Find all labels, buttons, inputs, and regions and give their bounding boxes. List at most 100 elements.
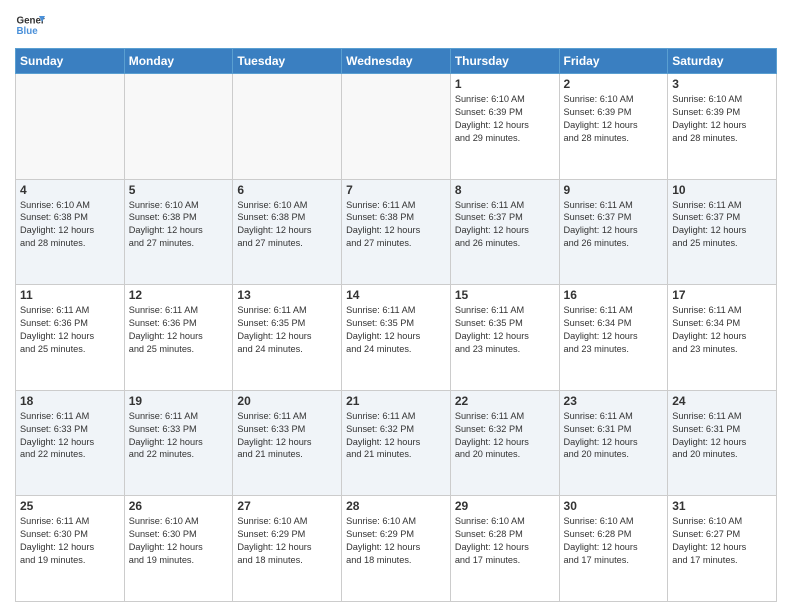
cell-daylight-info: Sunrise: 6:10 AMSunset: 6:29 PMDaylight:… <box>346 515 446 567</box>
calendar-cell: 30 Sunrise: 6:10 AMSunset: 6:28 PMDayligh… <box>559 496 668 602</box>
calendar-cell: 18 Sunrise: 6:11 AMSunset: 6:33 PMDayligh… <box>16 390 125 496</box>
logo-icon: General Blue <box>15 10 45 40</box>
calendar-cell: 2Sunrise: 6:10 AMSunset: 6:39 PMDaylight… <box>559 74 668 180</box>
weekday-header-sunday: Sunday <box>16 49 125 74</box>
day-number: 16 <box>564 288 664 302</box>
calendar-cell <box>124 74 233 180</box>
cell-daylight-info: Sunrise: 6:10 AMSunset: 6:30 PMDaylight:… <box>129 515 229 567</box>
calendar-cell: 13 Sunrise: 6:11 AMSunset: 6:35 PMDayligh… <box>233 285 342 391</box>
weekday-header-saturday: Saturday <box>668 49 777 74</box>
day-number: 30 <box>564 499 664 513</box>
calendar-cell: 29 Sunrise: 6:10 AMSunset: 6:28 PMDayligh… <box>450 496 559 602</box>
day-number: 28 <box>346 499 446 513</box>
day-number: 24 <box>672 394 772 408</box>
cell-daylight-info: Sunrise: 6:10 AMSunset: 6:27 PMDaylight:… <box>672 515 772 567</box>
cell-daylight-info: Sunrise: 6:11 AMSunset: 6:36 PMDaylight:… <box>129 304 229 356</box>
calendar-cell: 5Sunrise: 6:10 AMSunset: 6:38 PMDaylight… <box>124 179 233 285</box>
weekday-header-friday: Friday <box>559 49 668 74</box>
day-number: 31 <box>672 499 772 513</box>
cell-daylight-info: Sunrise: 6:11 AMSunset: 6:31 PMDaylight:… <box>672 410 772 462</box>
calendar-cell: 27Sunrise: 6:10 AMSunset: 6:29 PMDayligh… <box>233 496 342 602</box>
cell-daylight-info: Sunrise: 6:11 AMSunset: 6:38 PMDaylight:… <box>346 199 446 251</box>
day-number: 26 <box>129 499 229 513</box>
calendar-cell <box>342 74 451 180</box>
day-number: 18 <box>20 394 120 408</box>
cell-daylight-info: Sunrise: 6:11 AMSunset: 6:35 PMDaylight:… <box>237 304 337 356</box>
day-number: 8 <box>455 183 555 197</box>
cell-daylight-info: Sunrise: 6:11 AMSunset: 6:35 PMDaylight:… <box>346 304 446 356</box>
calendar-cell: 22 Sunrise: 6:11 AMSunset: 6:32 PMDayligh… <box>450 390 559 496</box>
page: General Blue SundayMondayTuesdayWednesda… <box>0 0 792 612</box>
calendar-cell: 9 Sunrise: 6:11 AMSunset: 6:37 PMDaylight… <box>559 179 668 285</box>
cell-daylight-info: Sunrise: 6:10 AMSunset: 6:39 PMDaylight:… <box>455 93 555 145</box>
day-number: 7 <box>346 183 446 197</box>
cell-daylight-info: Sunrise: 6:11 AMSunset: 6:37 PMDaylight:… <box>455 199 555 251</box>
day-number: 3 <box>672 77 772 91</box>
day-number: 21 <box>346 394 446 408</box>
cell-daylight-info: Sunrise: 6:10 AMSunset: 6:28 PMDaylight:… <box>455 515 555 567</box>
cell-daylight-info: Sunrise: 6:11 AMSunset: 6:36 PMDaylight:… <box>20 304 120 356</box>
calendar-cell <box>16 74 125 180</box>
day-number: 15 <box>455 288 555 302</box>
calendar-cell: 3 Sunrise: 6:10 AMSunset: 6:39 PMDaylight… <box>668 74 777 180</box>
day-number: 17 <box>672 288 772 302</box>
header: General Blue <box>15 10 777 40</box>
day-number: 1 <box>455 77 555 91</box>
calendar-cell: 1 Sunrise: 6:10 AMSunset: 6:39 PMDaylight… <box>450 74 559 180</box>
cell-daylight-info: Sunrise: 6:10 AMSunset: 6:39 PMDaylight:… <box>672 93 772 145</box>
day-number: 23 <box>564 394 664 408</box>
cell-daylight-info: Sunrise: 6:11 AMSunset: 6:32 PMDaylight:… <box>455 410 555 462</box>
calendar-cell: 25 Sunrise: 6:11 AMSunset: 6:30 PMDayligh… <box>16 496 125 602</box>
cell-daylight-info: Sunrise: 6:10 AMSunset: 6:38 PMDaylight:… <box>20 199 120 251</box>
cell-daylight-info: Sunrise: 6:11 AMSunset: 6:31 PMDaylight:… <box>564 410 664 462</box>
weekday-header-monday: Monday <box>124 49 233 74</box>
cell-daylight-info: Sunrise: 6:11 AMSunset: 6:34 PMDaylight:… <box>672 304 772 356</box>
day-number: 9 <box>564 183 664 197</box>
day-number: 25 <box>20 499 120 513</box>
calendar-cell: 23 Sunrise: 6:11 AMSunset: 6:31 PMDayligh… <box>559 390 668 496</box>
cell-daylight-info: Sunrise: 6:11 AMSunset: 6:33 PMDaylight:… <box>20 410 120 462</box>
day-number: 19 <box>129 394 229 408</box>
calendar-cell: 19Sunrise: 6:11 AMSunset: 6:33 PMDayligh… <box>124 390 233 496</box>
cell-daylight-info: Sunrise: 6:10 AMSunset: 6:39 PMDaylight:… <box>564 93 664 145</box>
cell-daylight-info: Sunrise: 6:11 AMSunset: 6:37 PMDaylight:… <box>564 199 664 251</box>
calendar-table: SundayMondayTuesdayWednesdayThursdayFrid… <box>15 48 777 602</box>
weekday-header-tuesday: Tuesday <box>233 49 342 74</box>
calendar-cell: 24 Sunrise: 6:11 AMSunset: 6:31 PMDayligh… <box>668 390 777 496</box>
cell-daylight-info: Sunrise: 6:10 AMSunset: 6:38 PMDaylight:… <box>129 199 229 251</box>
cell-daylight-info: Sunrise: 6:11 AMSunset: 6:32 PMDaylight:… <box>346 410 446 462</box>
day-number: 6 <box>237 183 337 197</box>
calendar-cell: 10Sunrise: 6:11 AMSunset: 6:37 PMDayligh… <box>668 179 777 285</box>
calendar-cell: 6 Sunrise: 6:10 AMSunset: 6:38 PMDaylight… <box>233 179 342 285</box>
cell-daylight-info: Sunrise: 6:11 AMSunset: 6:30 PMDaylight:… <box>20 515 120 567</box>
day-number: 12 <box>129 288 229 302</box>
calendar-week-row: 1 Sunrise: 6:10 AMSunset: 6:39 PMDaylight… <box>16 74 777 180</box>
calendar-cell: 4Sunrise: 6:10 AMSunset: 6:38 PMDaylight… <box>16 179 125 285</box>
calendar-week-row: 4Sunrise: 6:10 AMSunset: 6:38 PMDaylight… <box>16 179 777 285</box>
weekday-header-thursday: Thursday <box>450 49 559 74</box>
calendar-cell: 28 Sunrise: 6:10 AMSunset: 6:29 PMDayligh… <box>342 496 451 602</box>
cell-daylight-info: Sunrise: 6:10 AMSunset: 6:38 PMDaylight:… <box>237 199 337 251</box>
calendar-cell: 11 Sunrise: 6:11 AMSunset: 6:36 PMDayligh… <box>16 285 125 391</box>
calendar-cell: 8 Sunrise: 6:11 AMSunset: 6:37 PMDaylight… <box>450 179 559 285</box>
cell-daylight-info: Sunrise: 6:11 AMSunset: 6:35 PMDaylight:… <box>455 304 555 356</box>
day-number: 22 <box>455 394 555 408</box>
calendar-cell: 14Sunrise: 6:11 AMSunset: 6:35 PMDayligh… <box>342 285 451 391</box>
day-number: 11 <box>20 288 120 302</box>
calendar-cell: 16Sunrise: 6:11 AMSunset: 6:34 PMDayligh… <box>559 285 668 391</box>
day-number: 10 <box>672 183 772 197</box>
svg-text:Blue: Blue <box>17 26 39 37</box>
calendar-cell: 21 Sunrise: 6:11 AMSunset: 6:32 PMDayligh… <box>342 390 451 496</box>
calendar-week-row: 25 Sunrise: 6:11 AMSunset: 6:30 PMDayligh… <box>16 496 777 602</box>
cell-daylight-info: Sunrise: 6:10 AMSunset: 6:29 PMDaylight:… <box>237 515 337 567</box>
calendar-cell: 26 Sunrise: 6:10 AMSunset: 6:30 PMDayligh… <box>124 496 233 602</box>
cell-daylight-info: Sunrise: 6:11 AMSunset: 6:33 PMDaylight:… <box>237 410 337 462</box>
cell-daylight-info: Sunrise: 6:10 AMSunset: 6:28 PMDaylight:… <box>564 515 664 567</box>
calendar-cell: 17 Sunrise: 6:11 AMSunset: 6:34 PMDayligh… <box>668 285 777 391</box>
calendar-week-row: 11 Sunrise: 6:11 AMSunset: 6:36 PMDayligh… <box>16 285 777 391</box>
day-number: 13 <box>237 288 337 302</box>
day-number: 29 <box>455 499 555 513</box>
calendar-cell: 20Sunrise: 6:11 AMSunset: 6:33 PMDayligh… <box>233 390 342 496</box>
calendar-cell: 15 Sunrise: 6:11 AMSunset: 6:35 PMDayligh… <box>450 285 559 391</box>
calendar-cell <box>233 74 342 180</box>
